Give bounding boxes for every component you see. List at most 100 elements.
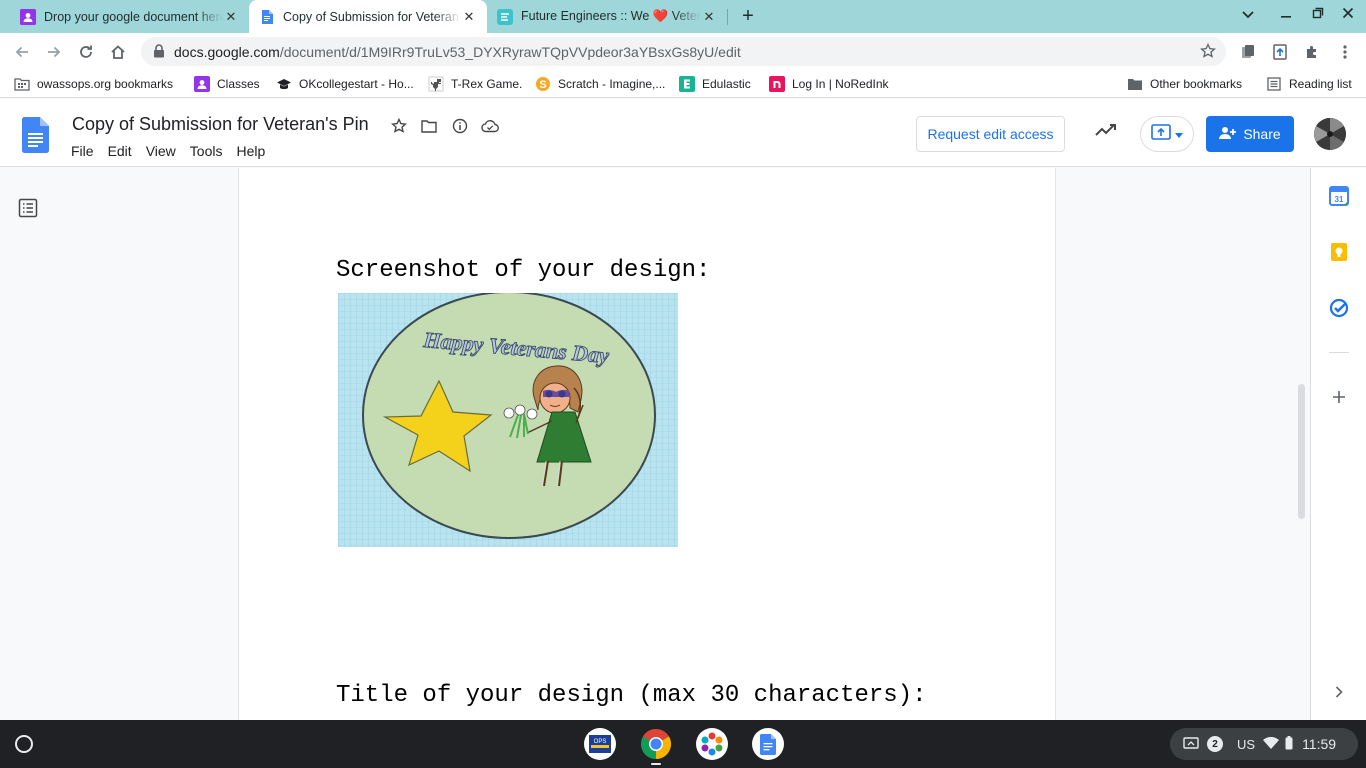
bookmark-label: Scratch - Imagine,... — [558, 77, 666, 91]
person-add-icon — [1219, 126, 1237, 143]
vertical-scrollbar[interactable] — [1298, 384, 1305, 519]
screenshot-label-text: Screenshot of your design: — [336, 257, 711, 284]
avatar[interactable] — [1314, 118, 1346, 150]
tab-search-icon[interactable] — [1238, 6, 1258, 22]
notification-count-badge[interactable]: 2 — [1207, 736, 1223, 752]
present-icon — [1151, 123, 1171, 145]
expand-side-panel-icon[interactable] — [1329, 682, 1349, 702]
tab-title: Drop your google document here — [44, 9, 223, 24]
tab-strip: Drop your google document here ✕ Copy of… — [0, 0, 1366, 33]
move-folder-icon[interactable] — [419, 116, 439, 136]
reading-list-label: Reading list — [1289, 77, 1352, 91]
bookmark-edulastic[interactable]: Edulastic — [679, 75, 751, 93]
docs-app-icon[interactable] — [752, 728, 784, 760]
tab-title: Future Engineers :: We ❤️ Veterans — [521, 9, 701, 23]
bookmark-label: owassops.org bookmarks — [37, 77, 174, 91]
design-screenshot-image[interactable]: Happy Veterans Day — [338, 293, 678, 547]
present-button[interactable] — [1140, 116, 1194, 152]
bookmark-owassops[interactable]: owassops.org bookmarks — [14, 75, 173, 93]
info-icon[interactable] — [450, 116, 470, 136]
menu-tools[interactable]: Tools — [183, 141, 230, 161]
trex-icon — [428, 76, 444, 92]
keep-icon[interactable] — [1329, 242, 1349, 262]
document-workspace: Screenshot of your design: Happy Veteran… — [0, 168, 1310, 720]
bookmark-label: OKcollegestart - Ho... — [299, 77, 414, 91]
activity-dashboard-icon[interactable] — [1095, 123, 1117, 142]
chevron-down-icon — [1175, 125, 1183, 143]
bookmark-okcollegestart[interactable]: OKcollegestart - Ho... — [276, 75, 414, 93]
close-icon[interactable]: ✕ — [461, 9, 477, 25]
calendar-icon[interactable]: 31 — [1329, 186, 1349, 206]
document-outline-icon[interactable] — [18, 198, 40, 220]
launcher-icon[interactable] — [15, 735, 33, 753]
scratch-icon: S — [535, 76, 551, 92]
wifi-icon[interactable] — [1263, 736, 1280, 752]
close-window-icon[interactable] — [1338, 6, 1358, 22]
bookmark-trex-game[interactable]: T-Rex Game. — [428, 75, 522, 93]
request-edit-access-button[interactable]: Request edit access — [916, 116, 1065, 152]
add-addon-icon[interactable] — [1329, 387, 1349, 407]
apps-folder-icon — [14, 76, 30, 92]
menu-kebab-icon[interactable] — [1334, 41, 1356, 63]
system-shelf: OPS 2 US 11:59 — [0, 720, 1366, 768]
close-icon[interactable]: ✕ — [701, 9, 717, 25]
edulastic-icon — [679, 76, 695, 92]
bookmark-classes[interactable]: Classes — [194, 75, 260, 93]
cloud-saved-icon[interactable] — [480, 116, 500, 136]
docs-header: Copy of Submission for Veteran's Pin Fil… — [0, 99, 1366, 167]
bookmark-label: T-Rex Game. — [451, 77, 523, 91]
svg-text:OPS: OPS — [594, 739, 607, 745]
svg-text:31: 31 — [1335, 195, 1344, 204]
close-icon[interactable]: ✕ — [223, 9, 239, 25]
reading-list[interactable]: Reading list — [1266, 75, 1352, 93]
input-method-label[interactable]: US — [1237, 737, 1255, 752]
star-icon[interactable] — [389, 116, 409, 136]
extensions-puzzle-icon[interactable] — [1301, 41, 1323, 63]
app-colorwheel-icon[interactable] — [696, 728, 728, 760]
tasks-icon[interactable] — [1329, 298, 1349, 318]
status-tray[interactable]: 2 US 11:59 — [1170, 728, 1358, 760]
back-icon[interactable] — [11, 41, 33, 63]
tab-drop-document[interactable]: Drop your google document here ✕ — [0, 0, 249, 33]
url-text: docs.google.com/document/d/1M9IRr9TruLv5… — [174, 44, 741, 60]
app-classlink-icon[interactable]: OPS — [584, 728, 616, 760]
address-bar[interactable]: docs.google.com/document/d/1M9IRr9TruLv5… — [141, 37, 1226, 66]
battery-icon[interactable] — [1285, 735, 1293, 753]
reload-icon[interactable] — [75, 41, 97, 63]
other-bookmarks[interactable]: Other bookmarks — [1127, 75, 1242, 93]
menu-help[interactable]: Help — [229, 141, 272, 161]
tab-future-engineers[interactable]: Future Engineers :: We ❤️ Veterans ✕ — [487, 0, 727, 33]
menu-bar: File Edit View Tools Help — [64, 141, 272, 161]
other-bookmarks-label: Other bookmarks — [1150, 77, 1243, 91]
menu-file[interactable]: File — [64, 141, 101, 161]
home-icon[interactable] — [107, 41, 129, 63]
document-page[interactable]: Screenshot of your design: Happy Veteran… — [238, 168, 1056, 720]
menu-view[interactable]: View — [139, 141, 183, 161]
clock-time[interactable]: 11:59 — [1302, 736, 1336, 752]
bookmark-scratch[interactable]: S Scratch - Imagine,... — [535, 75, 665, 93]
bookmark-label: Log In | NoRedInk — [792, 77, 889, 91]
tab-divider — [727, 9, 728, 25]
tab-copy-of-submission[interactable]: Copy of Submission for Veteran's Pin ✕ — [249, 0, 487, 33]
classroom-icon — [20, 8, 36, 25]
noredink-icon — [769, 76, 785, 92]
lock-icon[interactable] — [153, 44, 165, 63]
share-button[interactable]: Share — [1206, 116, 1294, 152]
document-title[interactable]: Copy of Submission for Veteran's Pin — [72, 114, 369, 135]
graduation-cap-icon — [276, 76, 292, 92]
forward-icon[interactable] — [43, 41, 65, 63]
bookmark-noredink[interactable]: Log In | NoRedInk — [769, 75, 889, 93]
extension-icon[interactable] — [1237, 41, 1259, 63]
svg-text:S: S — [539, 79, 546, 91]
screen-capture-icon[interactable] — [1183, 736, 1199, 752]
menu-edit[interactable]: Edit — [101, 141, 139, 161]
minimize-icon[interactable] — [1276, 6, 1296, 22]
chrome-icon[interactable] — [640, 728, 672, 760]
browser-toolbar: docs.google.com/document/d/1M9IRr9TruLv5… — [0, 33, 1366, 70]
bookmark-star-icon[interactable] — [1200, 42, 1216, 64]
google-docs-logo-icon[interactable] — [22, 117, 49, 158]
restore-icon[interactable] — [1308, 6, 1328, 22]
new-tab-button[interactable]: + — [737, 5, 759, 27]
side-panel-divider — [1329, 352, 1349, 353]
upload-extension-icon[interactable] — [1269, 41, 1291, 63]
